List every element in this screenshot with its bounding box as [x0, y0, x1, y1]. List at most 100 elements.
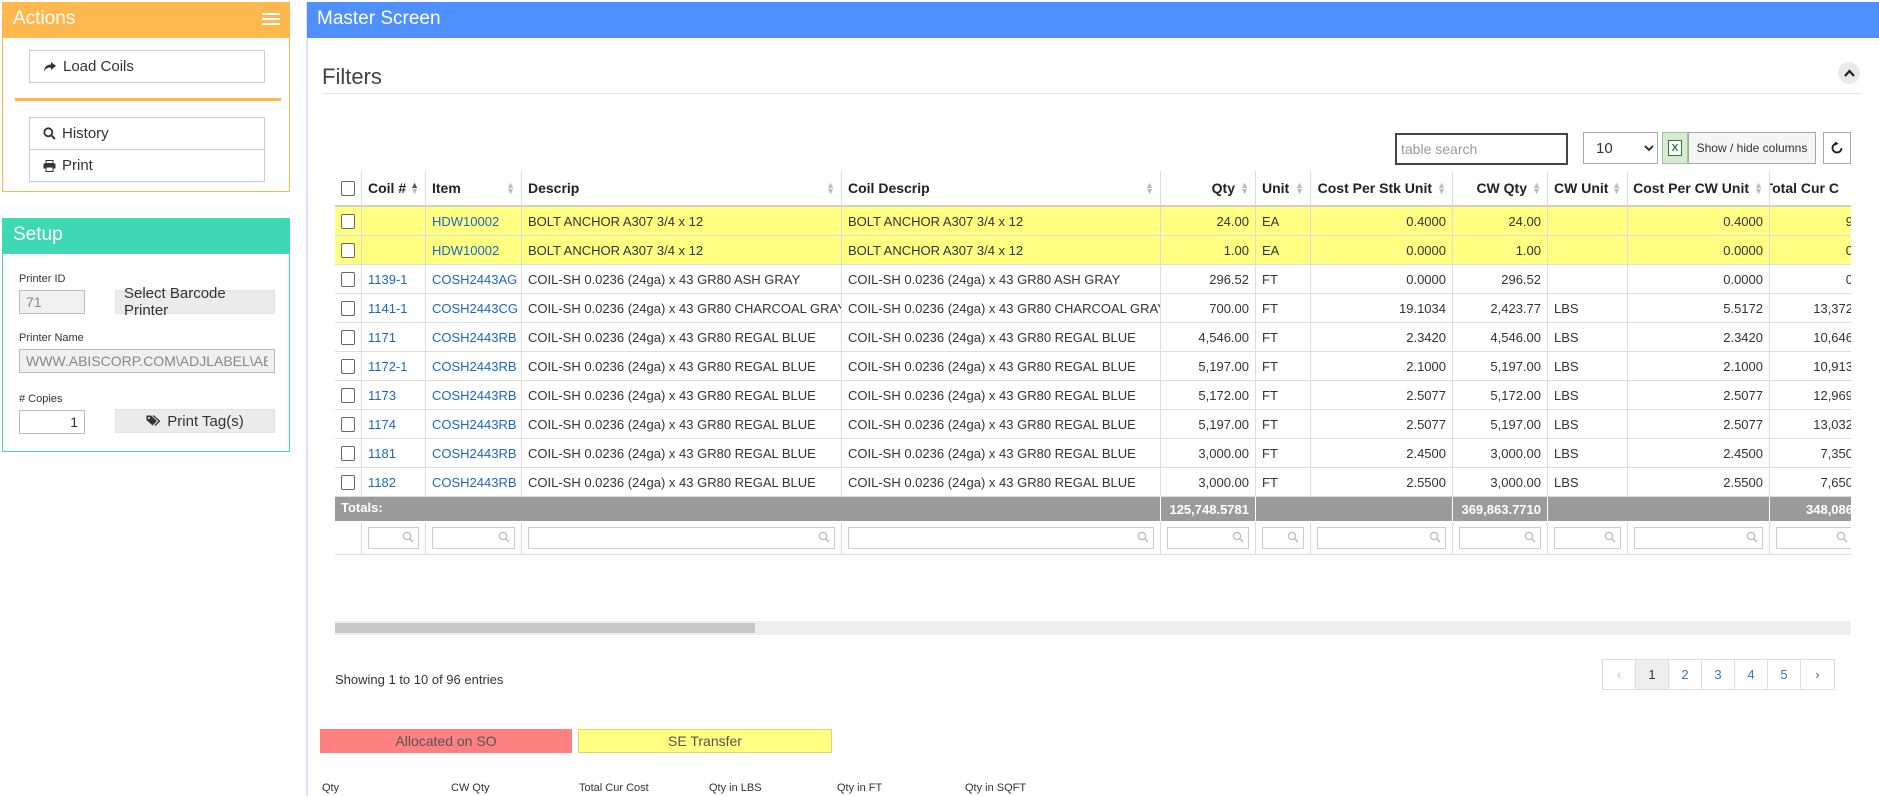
- row-checkbox[interactable]: [341, 242, 355, 258]
- cell-qty: 24.00: [1161, 207, 1256, 236]
- cell-select[interactable]: [335, 323, 362, 352]
- cell-coil-number[interactable]: 1173: [362, 381, 426, 410]
- column-filter-input[interactable]: [1459, 527, 1541, 549]
- cell-coil-number[interactable]: [362, 236, 426, 265]
- cell-select[interactable]: [335, 410, 362, 439]
- row-checkbox[interactable]: [341, 300, 355, 316]
- row-checkbox[interactable]: [341, 387, 355, 403]
- cell-select[interactable]: [335, 439, 362, 468]
- column-filter-input[interactable]: [1317, 527, 1446, 549]
- cell-select[interactable]: [335, 207, 362, 236]
- history-button[interactable]: History: [29, 117, 265, 150]
- cell-select[interactable]: [335, 352, 362, 381]
- header-item[interactable]: Item ▲ ▼: [426, 171, 522, 207]
- printer-name-field[interactable]: [19, 349, 275, 373]
- cell-item[interactable]: COSH2443AG: [426, 265, 522, 294]
- header-coil-descrip[interactable]: Coil Descrip ▲ ▼: [842, 171, 1161, 207]
- print-button[interactable]: Print: [29, 149, 265, 182]
- header-select[interactable]: [335, 171, 362, 207]
- row-checkbox[interactable]: [341, 329, 355, 345]
- column-filter-input[interactable]: [368, 527, 419, 549]
- cell-cw-qty: 3,000.00: [1453, 439, 1548, 468]
- horizontal-scrollbar[interactable]: [335, 621, 1851, 635]
- row-checkbox[interactable]: [341, 358, 355, 374]
- column-filter-input[interactable]: [528, 527, 835, 549]
- menu-icon[interactable]: [262, 13, 280, 27]
- cell-coil-number[interactable]: [362, 207, 426, 236]
- header-cw-unit[interactable]: CW Unit ▲ ▼: [1548, 171, 1628, 207]
- scrollbar-thumb[interactable]: [335, 623, 755, 633]
- cell-item[interactable]: COSH2443RB: [426, 410, 522, 439]
- cell-item[interactable]: COSH2443RB: [426, 468, 522, 497]
- prev-page-button[interactable]: ‹: [1603, 660, 1636, 689]
- copies-field[interactable]: [19, 410, 85, 434]
- cell-coil-number[interactable]: 1181: [362, 439, 426, 468]
- page-button-5[interactable]: 5: [1768, 660, 1801, 689]
- cell-item[interactable]: HDW10002: [426, 207, 522, 236]
- header-coil-number[interactable]: Coil # ▲ ▼: [362, 171, 426, 207]
- cell-select[interactable]: [335, 236, 362, 265]
- header-qty[interactable]: Qty ▲ ▼: [1161, 171, 1256, 207]
- page-size-select[interactable]: 10: [1583, 132, 1658, 164]
- page-button-4[interactable]: 4: [1735, 660, 1768, 689]
- cell-coil-number[interactable]: 1141-1: [362, 294, 426, 323]
- row-checkbox[interactable]: [341, 416, 355, 432]
- printer-id-label: Printer ID: [19, 273, 66, 285]
- cell-item[interactable]: HDW10002: [426, 236, 522, 265]
- table-row: 1181 COSH2443RB COIL-SH 0.0236 (24ga) x 43…: [335, 439, 1851, 468]
- load-coils-button[interactable]: Load Coils: [29, 50, 265, 83]
- refresh-button[interactable]: [1823, 132, 1851, 164]
- cell-item[interactable]: COSH2443RB: [426, 323, 522, 352]
- cell-coil-number[interactable]: 1182: [362, 468, 426, 497]
- select-barcode-printer-button[interactable]: Select Barcode Printer: [115, 285, 275, 319]
- header-cost-per-stk-unit[interactable]: Cost Per Stk Unit ▲ ▼: [1311, 171, 1453, 207]
- row-checkbox[interactable]: [341, 271, 355, 287]
- row-checkbox[interactable]: [341, 213, 355, 229]
- header-cw-qty[interactable]: CW Qty ▲ ▼: [1453, 171, 1548, 207]
- cell-coil-number[interactable]: 1139-1: [362, 265, 426, 294]
- cell-unit: FT: [1256, 410, 1311, 439]
- printer-id-field[interactable]: [19, 290, 85, 314]
- totals-cw-qty: 369,863.7710: [1453, 497, 1548, 522]
- cell-item[interactable]: COSH2443RB: [426, 439, 522, 468]
- cell-select[interactable]: [335, 265, 362, 294]
- cell-item[interactable]: COSH2443CG: [426, 294, 522, 323]
- search-icon: [1836, 531, 1848, 543]
- show-hide-columns-button[interactable]: Show / hide columns: [1688, 132, 1816, 164]
- next-page-button[interactable]: ›: [1801, 660, 1834, 689]
- cell-descrip: COIL-SH 0.0236 (24ga) x 43 GR80 REGAL BL…: [522, 468, 842, 497]
- export-excel-button[interactable]: X: [1662, 132, 1688, 164]
- cell-select[interactable]: [335, 468, 362, 497]
- row-checkbox[interactable]: [341, 474, 355, 490]
- header-label: Coil #: [368, 180, 407, 196]
- divider: [15, 98, 281, 101]
- cell-item[interactable]: COSH2443RB: [426, 352, 522, 381]
- column-filter-input[interactable]: [848, 527, 1154, 549]
- header-cost-per-cw-unit[interactable]: Cost Per CW Unit ▲ ▼: [1628, 171, 1770, 207]
- header-unit[interactable]: Unit ▲ ▼: [1256, 171, 1311, 207]
- print-tags-button[interactable]: Print Tag(s): [115, 409, 275, 433]
- column-filter-input[interactable]: [1776, 527, 1851, 549]
- column-filter-input[interactable]: [432, 527, 515, 549]
- header-descrip[interactable]: Descrip ▲ ▼: [522, 171, 842, 207]
- cell-coil-number[interactable]: 1174: [362, 410, 426, 439]
- column-filter-input[interactable]: [1554, 527, 1621, 549]
- column-filter-input[interactable]: [1167, 527, 1249, 549]
- cell-cost-per-stk-unit: 2.3420: [1311, 323, 1453, 352]
- page-button-3[interactable]: 3: [1702, 660, 1735, 689]
- cell-coil-number[interactable]: 1172-1: [362, 352, 426, 381]
- column-filter-input[interactable]: [1262, 527, 1304, 549]
- cell-select[interactable]: [335, 381, 362, 410]
- collapse-filters-button[interactable]: [1838, 62, 1860, 84]
- column-filter-input[interactable]: [1634, 527, 1763, 549]
- row-checkbox[interactable]: [341, 445, 355, 461]
- cell-item[interactable]: COSH2443RB: [426, 381, 522, 410]
- header-total-cur-cost[interactable]: Total Cur C: [1770, 171, 1851, 207]
- select-all-checkbox[interactable]: [341, 180, 355, 196]
- page-button-2[interactable]: 2: [1669, 660, 1702, 689]
- page-button-1[interactable]: 1: [1636, 660, 1669, 689]
- cell-coil-number[interactable]: 1171: [362, 323, 426, 352]
- filter-cell-cost-per-cw-unit: [1628, 522, 1770, 555]
- cell-select[interactable]: [335, 294, 362, 323]
- table-search-input[interactable]: [1395, 133, 1568, 165]
